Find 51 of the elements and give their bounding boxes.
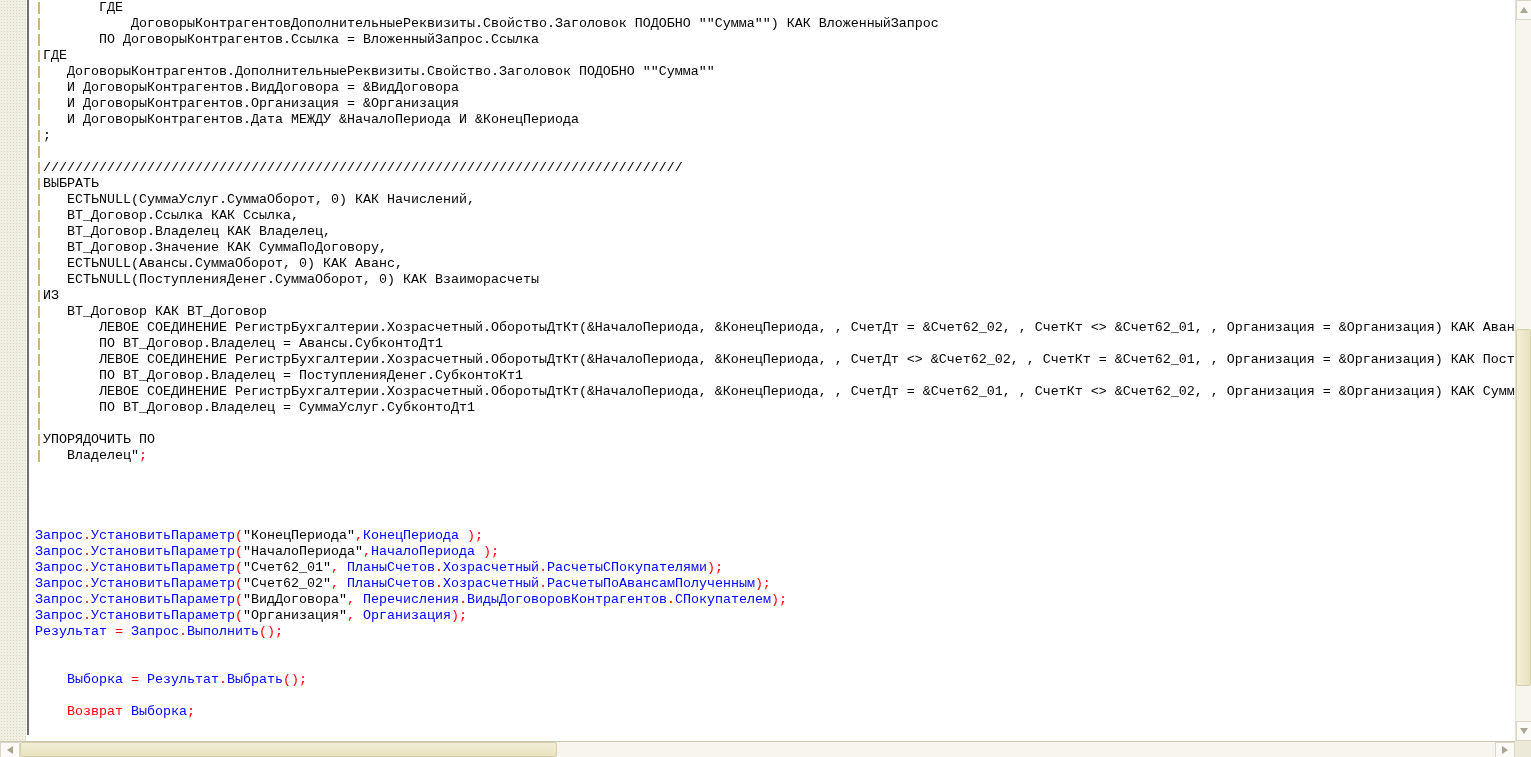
code-line: | И ДоговорыКонтрагентов.ВидДоговора = &ВидДоговора [35,80,459,96]
code-line: | И ДоговорыКонтрагентов.Организация = &Организация [35,96,459,112]
scroll-right-button[interactable] [1495,742,1515,757]
code-line: Запрос.УстановитьПараметр("НачалоПериода",НачалоПериода ); [35,544,499,560]
code-line: | ДоговорыКонтрагентов.ДополнительныеРеквизиты.Свойство.Заголовок ПОДОБНО ""Сумма"" [35,64,715,80]
code-line: | ЕСТЬNULL(СуммаУслуг.СуммаОборот, 0) КАК Начислений, [35,192,475,208]
scroll-left-button[interactable] [0,742,20,757]
code-line: Запрос.УстановитьПараметр("ВидДоговора", Перечисления.ВидыДоговоровКонтрагентов.СПокупателем); [35,592,787,608]
code-line: |; [35,128,51,144]
code-line: Выборка = Результат.Выбрать(); [66,672,307,688]
code-line: | ЛЕВОЕ СОЕДИНЕНИЕ РегистрБухгалтерии.Хозрасчетный.ОборотыДтКт(&НачалоПериода, &КонецПериода, , СчетДт = &Счет62_01, , СчетКт <> &Счет62_02, , Организация = &Организация) КАК Сумм [35,384,1515,400]
code-line: | ГДЕ [35,0,123,16]
code-line: | Владелец"; [35,448,147,464]
code-line: |ИЗ [35,288,59,304]
arrow-left-icon [7,746,13,754]
code-line: Запрос.УстановитьПараметр("Организация", Организация); [35,608,467,624]
code-line: |//////////////////////////////////////////////////////////////////////////////// [35,160,683,176]
code-line: | ПО ВТ_Договор.Владелец = ПоступленияДенег.СубконтоКт1 [35,368,523,384]
code-line: | ПО ДоговорыКонтрагентов.Ссылка = ВложенныйЗапрос.Ссылка [35,32,539,48]
code-line: | ЕСТЬNULL(ПоступленияДенег.СуммаОборот, 0) КАК Взаиморасчеты [35,272,539,288]
arrow-down-icon [1520,728,1528,734]
vertical-scrollbar[interactable] [1515,0,1531,741]
code-line: Запрос.УстановитьПараметр("КонецПериода",КонецПериода ); [35,528,483,544]
code-line: |ВЫБРАТЬ [35,176,99,192]
code-line: |ГДЕ [35,48,67,64]
scroll-down-button[interactable] [1516,721,1531,741]
code-line: Результат = Запрос.Выполнить(); [35,624,283,640]
code-line: | ВТ_Договор.Владелец КАК Владелец, [35,224,331,240]
code-line: | ВТ_Договор КАК ВТ_Договор [35,304,267,320]
code-line: | ВТ_Договор.Значение КАК СуммаПоДоговору, [35,240,387,256]
scrollbar-thumb[interactable] [20,742,557,757]
code-line: | ЛЕВОЕ СОЕДИНЕНИЕ РегистрБухгалтерии.Хозрасчетный.ОборотыДтКт(&НачалоПериода, &КонецПериода, , СчетДт = &Счет62_02, , СчетКт <> &Счет62_01, , Организация = &Организация) КАК Аван [35,320,1515,336]
code-line: Запрос.УстановитьПараметр("Счет62_02", ПланыСчетов.Хозрасчетный.РасчетыПоАвансамПолученным); [35,576,771,592]
code-line: | ЛЕВОЕ СОЕДИНЕНИЕ РегистрБухгалтерии.Хозрасчетный.ОборотыДтКт(&НачалоПериода, &КонецПериода, , СчетДт <> &Счет62_02, , СчетКт = &Счет62_01, , Организация = &Организация) КАК Пост [35,352,1515,368]
code-line: | ВТ_Договор.Ссылка КАК Ссылка, [35,208,299,224]
scrollbar-corner [1515,741,1531,757]
arrow-right-icon [1502,746,1508,754]
code-line: | [35,144,43,160]
code-line: Запрос.УстановитьПараметр("Счет62_01", ПланыСчетов.Хозрасчетный.РасчетыСПокупателями); [35,560,723,576]
code-line: | И ДоговорыКонтрагентов.Дата МЕЖДУ &НачалоПериода И &КонецПериода [35,112,579,128]
code-line: | ЕСТЬNULL(Авансы.СуммаОборот, 0) КАК Аванс, [35,256,403,272]
code-line: | [35,416,43,432]
code-line: | ПО ВТ_Договор.Владелец = СуммаУслуг.СубконтоДт1 [35,400,475,416]
code-line: | ДоговорыКонтрагентовДополнительныеРеквизиты.Свойство.Заголовок ПОДОБНО ""Сумма"") КАК ВложенныйЗапрос [35,16,939,32]
scrollbar-thumb[interactable] [1516,329,1531,687]
arrow-up-icon [1520,7,1528,13]
scroll-up-button[interactable] [1516,0,1531,20]
code-line: | ПО ВТ_Договор.Владелец = Авансы.СубконтоДт1 [35,336,443,352]
horizontal-scrollbar[interactable] [0,741,1515,757]
code-line: Возврат Выборка; [66,704,195,720]
code-line: |УПОРЯДОЧИТЬ ПО [35,432,155,448]
